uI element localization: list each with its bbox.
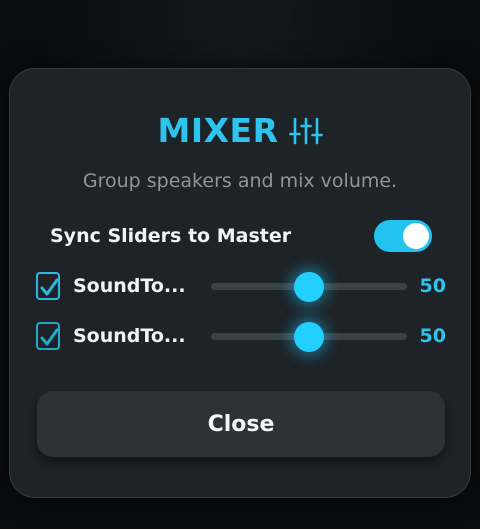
sync-toggle[interactable] xyxy=(374,220,432,252)
blurred-background-element xyxy=(200,8,290,26)
dialog-subtitle: Group speakers and mix volume. xyxy=(82,170,398,192)
speaker-row: SoundTo... 50 xyxy=(36,269,446,303)
volume-value: 50 xyxy=(419,325,446,347)
sliders-icon xyxy=(288,115,323,147)
volume-value: 50 xyxy=(419,275,446,297)
volume-slider[interactable] xyxy=(211,269,407,303)
check-icon xyxy=(40,328,59,346)
volume-slider[interactable] xyxy=(211,319,407,353)
speaker-name: SoundTo... xyxy=(73,275,186,297)
sync-row: Sync Sliders to Master xyxy=(50,219,432,253)
close-button[interactable]: Close xyxy=(37,391,445,457)
slider-thumb[interactable] xyxy=(293,272,324,302)
speaker-checkbox[interactable] xyxy=(36,272,60,300)
sync-label: Sync Sliders to Master xyxy=(50,225,292,247)
speaker-name: SoundTo... xyxy=(73,325,186,347)
dialog-title: MIXER xyxy=(157,111,279,150)
speaker-checkbox[interactable] xyxy=(36,322,60,350)
toggle-knob xyxy=(403,223,429,249)
mixer-dialog: MIXER Group speakers and mix volume. Syn… xyxy=(9,68,471,498)
slider-thumb[interactable] xyxy=(293,322,324,352)
check-icon xyxy=(40,278,59,296)
title-row: MIXER xyxy=(10,111,470,150)
speaker-row: SoundTo... 50 xyxy=(36,319,446,353)
